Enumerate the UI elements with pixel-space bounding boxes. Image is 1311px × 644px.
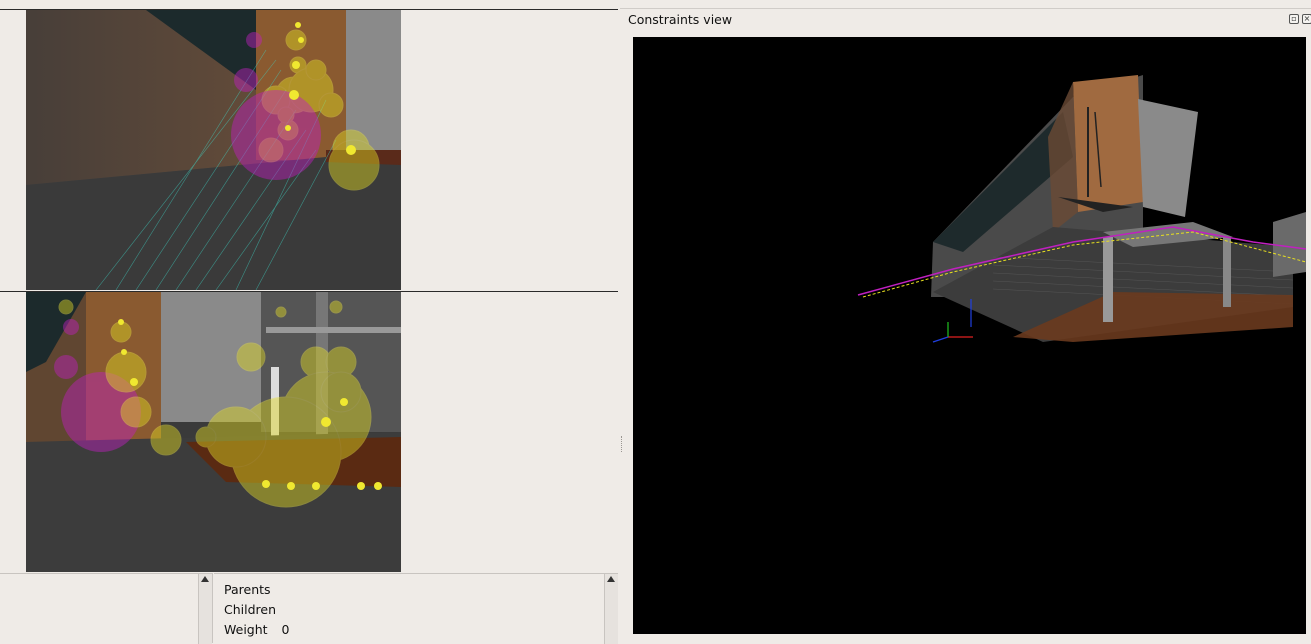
loop-image-top-graphic <box>26 10 401 290</box>
close-icon[interactable]: × <box>1302 14 1311 24</box>
children-label: Children <box>224 602 277 617</box>
panel-splitter[interactable] <box>621 436 623 452</box>
loop-list-panel[interactable] <box>0 573 213 644</box>
weight-value: 0 <box>281 622 290 637</box>
loop-image-bottom[interactable] <box>26 292 401 572</box>
link-info-scrollbar[interactable] <box>604 574 618 644</box>
weight-label: Weight <box>224 622 268 637</box>
scroll-up-arrow-icon[interactable] <box>607 576 615 582</box>
loop-list-scrollbar[interactable] <box>198 574 212 644</box>
parents-label: Parents <box>224 582 271 597</box>
constraints-view-titlebar: Constraints view ▫ × <box>620 8 1311 30</box>
scroll-up-arrow-icon[interactable] <box>201 576 209 582</box>
float-icon[interactable]: ▫ <box>1289 14 1299 24</box>
loop-image-top[interactable] <box>26 10 401 290</box>
weight-row: Weight 0 <box>224 622 290 637</box>
loop-image-bottom-graphic <box>26 292 401 572</box>
link-info-panel[interactable]: Parents Children Weight 0 <box>214 573 618 644</box>
constraints-view-title: Constraints view <box>628 12 733 27</box>
parents-row: Parents <box>224 582 271 597</box>
constraints-3d-scene <box>633 37 1306 634</box>
constraints-3d-view[interactable] <box>633 37 1306 634</box>
loop-closure-panel: Parents Children Weight 0 <box>0 0 620 644</box>
children-row: Children <box>224 602 276 617</box>
